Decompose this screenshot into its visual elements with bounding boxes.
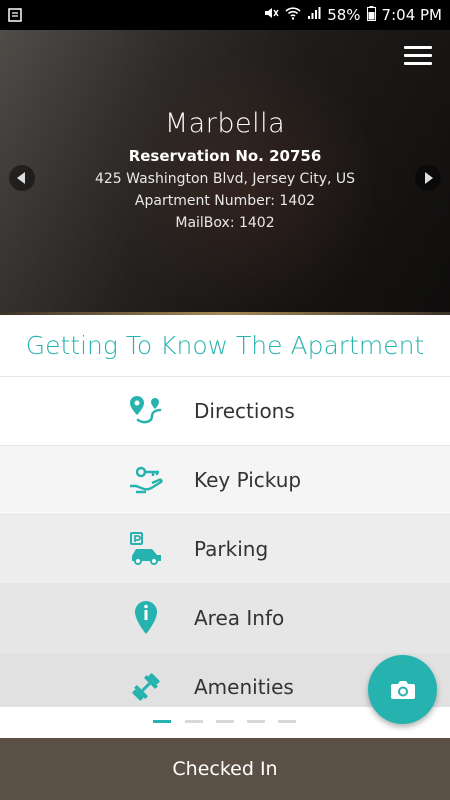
notification-icon [8,8,24,22]
wifi-icon [285,6,301,24]
menu-item-label: Parking [194,537,269,561]
battery-icon [366,5,376,25]
key-pickup-icon [130,466,163,494]
page-dot[interactable] [278,720,296,723]
mute-icon [263,6,279,24]
hero-info: Marbella Reservation No. 20756 425 Washi… [0,108,450,237]
section-title: Getting To Know The Apartment [0,315,450,375]
menu-item-area-info[interactable]: Area Info [0,583,450,652]
directions-icon [130,396,162,424]
area-info-icon [135,601,157,634]
camera-button[interactable] [368,655,437,724]
mailbox-number: MailBox: 1402 [175,215,275,231]
page-dot[interactable] [185,720,203,723]
check-in-status-button[interactable]: Checked In [0,738,450,800]
signal-icon [307,6,321,24]
menu-item-label: Key Pickup [194,468,302,492]
page-dot[interactable] [247,720,265,723]
menu-item-parking[interactable]: Parking [0,514,450,583]
property-address: 425 Washington Blvd, Jersey City, US [94,171,356,187]
reservation-number: Reservation No. 20756 [128,147,322,165]
status-bar: 58% 7:04 PM [0,0,450,30]
page-dot[interactable] [216,720,234,723]
page-dot-active[interactable] [153,720,171,723]
menu-item-label: Directions [194,399,295,423]
apartment-number: Apartment Number: 1402 [134,193,316,209]
menu-item-label: Area Info [194,606,285,630]
camera-icon [390,680,415,699]
battery-level: 58% [327,6,361,24]
hero-banner: Marbella Reservation No. 20756 425 Washi… [0,30,450,314]
parking-icon [130,532,161,565]
property-name: Marbella [164,108,286,139]
hamburger-menu-button[interactable] [404,46,432,68]
amenities-icon [132,673,160,701]
menu-item-label: Amenities [194,675,294,699]
menu-item-key-pickup[interactable]: Key Pickup [0,445,450,514]
menu-item-directions[interactable]: Directions [0,376,450,445]
status-icons: 58% 7:04 PM [263,5,442,25]
clock: 7:04 PM [381,6,442,24]
